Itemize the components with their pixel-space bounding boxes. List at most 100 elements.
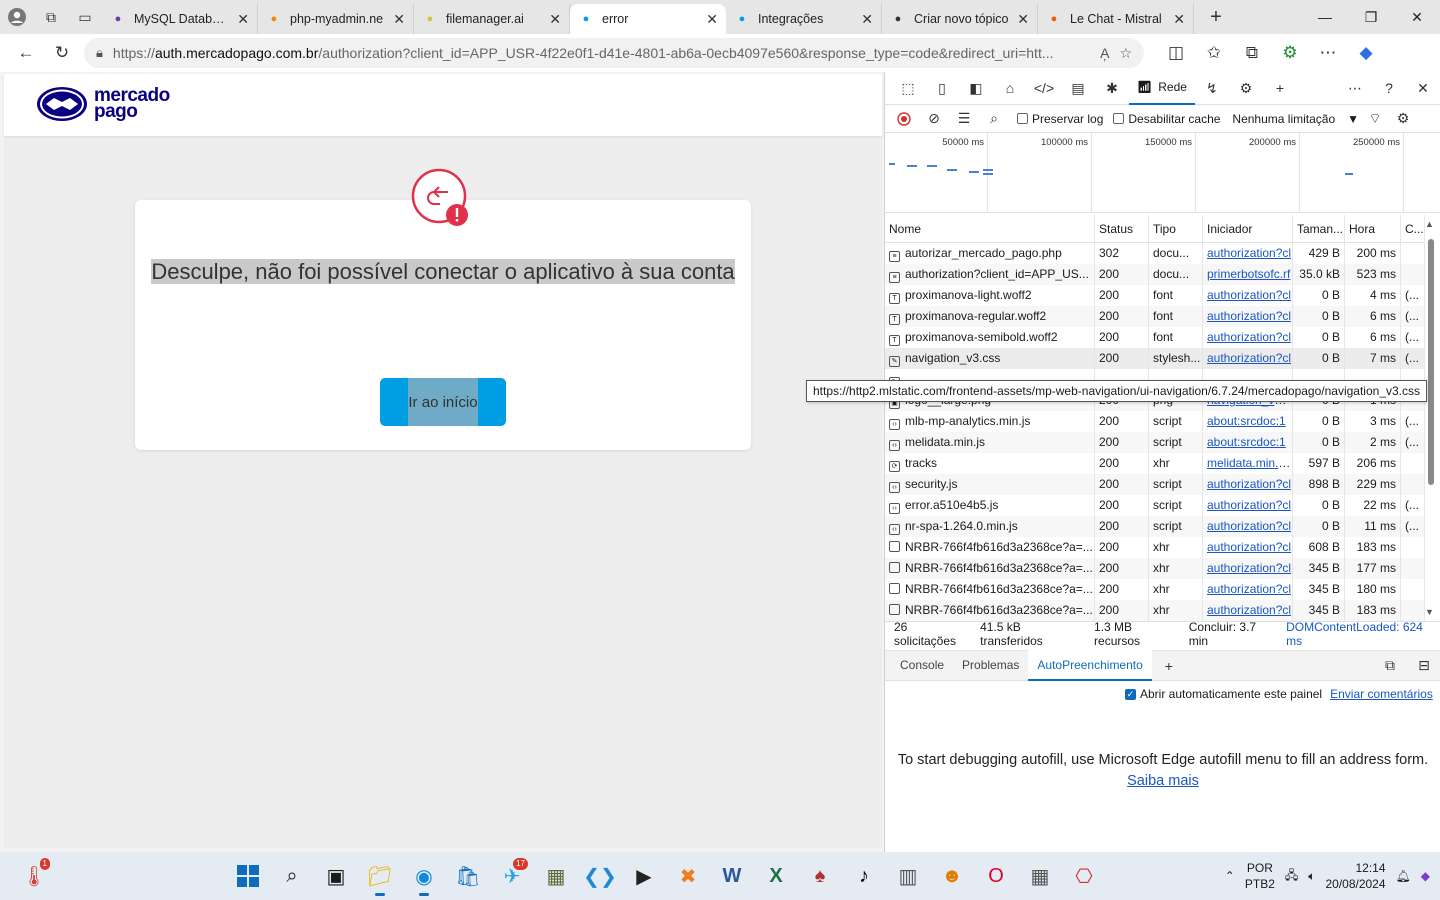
tray-chevron-up-icon[interactable]: ⌃ bbox=[1225, 869, 1235, 883]
store-icon[interactable]: 🛍︎ bbox=[446, 854, 490, 898]
go-home-button[interactable]: Ir ao início bbox=[380, 378, 506, 426]
weather-widget-icon[interactable]: 🌡︎ 1 bbox=[12, 854, 56, 898]
tab-problems[interactable]: Problemas bbox=[953, 650, 1028, 681]
close-tab-icon[interactable]: ✕ bbox=[549, 11, 561, 28]
dock-icon[interactable]: ◧ bbox=[959, 72, 993, 104]
throttling-select[interactable]: Nenhuma limitação ▼ bbox=[1232, 112, 1359, 126]
column-header[interactable]: Hora bbox=[1345, 215, 1401, 243]
solitaire-icon[interactable]: ♠ bbox=[798, 854, 842, 898]
request-initiator[interactable]: authorization?cl bbox=[1203, 474, 1293, 495]
request-name[interactable]: ‹› mlb-mp-analytics.min.js bbox=[885, 411, 1095, 432]
table-row[interactable]: ✎ navigation_v3.css 200 stylesh... authoriza… bbox=[885, 348, 1425, 369]
request-initiator[interactable]: authorization?cl bbox=[1203, 516, 1293, 537]
request-initiator[interactable]: primerbotsofc.rf bbox=[1203, 264, 1293, 285]
request-name[interactable]: ≡ autorizar_mercado_pago.php bbox=[885, 243, 1095, 264]
request-name[interactable]: ‹› error.a510e4b5.js bbox=[885, 495, 1095, 516]
performance-icon[interactable]: ↯ bbox=[1195, 72, 1229, 104]
file-explorer-icon[interactable]: 📁︎ bbox=[358, 854, 402, 898]
inspect-icon[interactable]: ⬚ bbox=[891, 72, 925, 104]
close-drawer-icon[interactable]: ⊟ bbox=[1407, 650, 1440, 682]
sources-bug-icon[interactable]: ✱ bbox=[1095, 72, 1129, 104]
copilot-tray-icon[interactable]: ◆ bbox=[1421, 869, 1430, 883]
undock-drawer-icon[interactable]: ⧉ bbox=[1373, 650, 1407, 682]
column-header[interactable]: C... bbox=[1401, 215, 1425, 243]
reload-button[interactable]: ↻ bbox=[44, 37, 80, 69]
restore-icon[interactable]: ❐ bbox=[1348, 0, 1394, 34]
tiktok-icon[interactable]: ♪ bbox=[842, 854, 886, 898]
collections-icon[interactable]: ⧉ bbox=[1234, 37, 1270, 69]
request-initiator[interactable]: authorization?cl bbox=[1203, 285, 1293, 306]
devtools-more-icon[interactable]: ⋯ bbox=[1338, 72, 1372, 104]
filter-icon[interactable]: ☰ bbox=[951, 103, 977, 135]
request-name[interactable]: NRBR-766f4fb616d3a2368ce?a=... bbox=[885, 558, 1095, 579]
clear-icon[interactable]: ⊘ bbox=[921, 103, 947, 135]
tab-autofill[interactable]: AutoPreenchimento bbox=[1028, 650, 1152, 681]
table-row[interactable]: NRBR-766f4fb616d3a2368ce?a=... 200 xhr auth… bbox=[885, 558, 1425, 579]
add-drawer-tab-icon[interactable]: + bbox=[1152, 650, 1186, 682]
request-name[interactable]: ⟳ tracks bbox=[885, 453, 1095, 474]
close-tab-icon[interactable]: ✕ bbox=[861, 11, 873, 28]
table-row[interactable]: Tproximanova-regular.woff2 200 font authori… bbox=[885, 306, 1425, 327]
request-name[interactable]: Tproximanova-semibold.woff2 bbox=[885, 327, 1095, 348]
settings-gear-icon[interactable]: ⚙ bbox=[1229, 72, 1263, 104]
network-settings-icon[interactable]: ⚙ bbox=[1391, 103, 1415, 135]
device-emulation-icon[interactable]: ▯ bbox=[925, 72, 959, 104]
request-initiator[interactable]: authorization?cl bbox=[1203, 306, 1293, 327]
table-row[interactable]: ‹› melidata.min.js 200 script about:srcdoc:1… bbox=[885, 432, 1425, 453]
taskbar-search-icon[interactable]: ⌕ bbox=[270, 854, 314, 898]
favorites-icon[interactable]: ✩ bbox=[1196, 37, 1232, 69]
request-name[interactable]: ✎ navigation_v3.css bbox=[885, 348, 1095, 369]
table-row[interactable]: ‹› security.js 200 script authorization?cl 89… bbox=[885, 474, 1425, 495]
request-initiator[interactable]: melidata.min.js:1 bbox=[1203, 453, 1293, 474]
opera-icon[interactable]: O bbox=[974, 854, 1018, 898]
browser-tab[interactable]: ● php-myadmin.ne ✕ bbox=[258, 4, 414, 34]
scrollbar-thumb[interactable] bbox=[1428, 239, 1434, 485]
request-initiator[interactable]: about:srcdoc:1 bbox=[1203, 432, 1293, 453]
request-initiator[interactable]: about:srcdoc:1 bbox=[1203, 411, 1293, 432]
language-indicator[interactable]: POR PTB2 bbox=[1245, 860, 1275, 892]
volume-icon[interactable]: 🔈︎ bbox=[1308, 869, 1315, 884]
send-feedback-link[interactable]: Enviar comentários bbox=[1330, 687, 1433, 701]
network-tray-icon[interactable]: 🖧︎ bbox=[1285, 866, 1298, 887]
request-name[interactable]: NRBR-766f4fb616d3a2368ce?a=... bbox=[885, 579, 1095, 600]
request-name[interactable]: NRBR-766f4fb616d3a2368ce?a=... bbox=[885, 600, 1095, 621]
request-initiator[interactable]: authorization?cl bbox=[1203, 579, 1293, 600]
address-bar[interactable]: 🔒︎ https://auth.mercadopago.com.br/autho… bbox=[84, 38, 1144, 68]
console-icon[interactable]: ▤ bbox=[1061, 72, 1095, 104]
learn-more-link[interactable]: Saiba mais bbox=[1127, 771, 1199, 791]
read-aloud-icon[interactable]: A᷊ bbox=[1100, 45, 1109, 61]
close-tab-icon[interactable]: ✕ bbox=[706, 11, 718, 28]
close-window-icon[interactable]: ✕ bbox=[1394, 0, 1440, 34]
browser-tab[interactable]: ● Le Chat - Mistral ✕ bbox=[1038, 4, 1194, 34]
notifications-bell-icon[interactable]: 🔔︎ bbox=[1396, 869, 1411, 883]
telegram-icon[interactable]: ✈ 17 bbox=[490, 854, 534, 898]
request-initiator[interactable]: authorization?cl bbox=[1203, 495, 1293, 516]
profile-icon[interactable] bbox=[0, 0, 34, 34]
table-row[interactable]: NRBR-766f4fb616d3a2368ce?a=... 200 xhr auth… bbox=[885, 537, 1425, 558]
request-name[interactable]: ‹› nr-spa-1.264.0.min.js bbox=[885, 516, 1095, 537]
table-row[interactable]: Tproximanova-light.woff2 200 font authoriza… bbox=[885, 285, 1425, 306]
column-header[interactable]: Taman... bbox=[1293, 215, 1345, 243]
scroll-up-icon[interactable]: ▲ bbox=[1425, 219, 1434, 229]
table-row[interactable]: ‹› mlb-mp-analytics.min.js 200 script about:… bbox=[885, 411, 1425, 432]
vscode-icon[interactable]: ❮❯ bbox=[578, 854, 622, 898]
close-tab-icon[interactable]: ✕ bbox=[1173, 11, 1185, 28]
preserve-log-checkbox[interactable]: Preservar log bbox=[1017, 112, 1103, 126]
welcome-home-icon[interactable]: ⌂ bbox=[993, 72, 1027, 104]
close-tab-icon[interactable]: ✕ bbox=[393, 11, 405, 28]
minimize-icon[interactable]: — bbox=[1302, 0, 1348, 34]
request-name[interactable]: ≡ authorization?client_id=APP_US... bbox=[885, 264, 1095, 285]
request-name[interactable]: NRBR-766f4fb616d3a2368ce?a=... bbox=[885, 537, 1095, 558]
table-row[interactable]: ‹› nr-spa-1.264.0.min.js 200 script authoriz… bbox=[885, 516, 1425, 537]
browser-tab[interactable]: ● MySQL Database ✕ bbox=[102, 4, 258, 34]
vertical-tabs-icon[interactable]: ▭ bbox=[68, 0, 102, 34]
mercadopago-logo[interactable]: mercado pago bbox=[36, 86, 170, 122]
game-app-icon[interactable]: ▦ bbox=[534, 854, 578, 898]
disable-cache-checkbox[interactable]: Desabilitar cache bbox=[1113, 112, 1220, 126]
tab-console[interactable]: Console bbox=[891, 650, 953, 681]
auto-open-checkbox[interactable]: ✓ bbox=[1125, 688, 1136, 700]
workspaces-icon[interactable]: ⧉ bbox=[34, 0, 68, 34]
browser-tab[interactable]: ● Criar novo tópico ✕ bbox=[882, 4, 1038, 34]
extensions-icon[interactable]: ⚙ bbox=[1272, 37, 1308, 69]
table-row[interactable]: ≡ authorization?client_id=APP_US... 200 doc… bbox=[885, 264, 1425, 285]
